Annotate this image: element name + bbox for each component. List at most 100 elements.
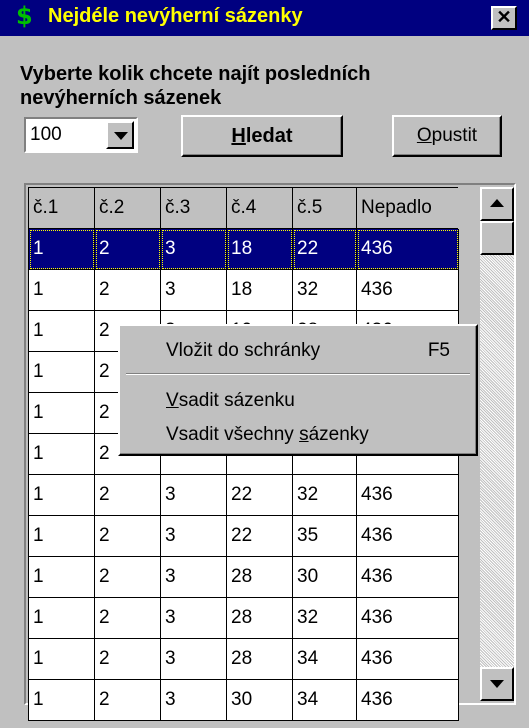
close-button[interactable]: ✕	[491, 6, 517, 30]
table-cell: 2	[94, 474, 161, 516]
column-header[interactable]: Nepadlo	[356, 187, 459, 229]
table-cell: 436	[356, 638, 459, 680]
table-cell: 28	[226, 638, 293, 680]
table-cell: 32	[292, 474, 357, 516]
table-cell: 1	[28, 392, 95, 434]
table-cell: 436	[356, 474, 459, 516]
table-cell: 436	[356, 679, 459, 721]
table-cell: 2	[94, 638, 161, 680]
table-cell: 34	[292, 679, 357, 721]
prompt-line-2: nevýherních sázenek	[20, 87, 222, 109]
table-cell: 22	[226, 515, 293, 557]
table-row[interactable]: 1 2 3 28 30 436	[28, 556, 459, 598]
table-cell: 1	[28, 433, 95, 475]
table-row[interactable]: 1 2 3 18 32 436	[28, 269, 459, 311]
table-cell: 32	[292, 269, 357, 311]
prompt-line-1: Vyberte kolik chcete najít posledních	[20, 63, 371, 85]
table-cell: 2	[94, 228, 161, 270]
menu-item-bet-all[interactable]: Vsadit všechny sázenky	[166, 424, 369, 446]
menu-item-bet[interactable]: Vsadit sázenku	[166, 390, 295, 412]
table-cell: 3	[160, 228, 227, 270]
prompt-text: Vyberte kolik chcete najít posledních ne…	[20, 62, 500, 110]
table-row[interactable]: 1 2 3 22 35 436	[28, 515, 459, 557]
table-cell: 1	[28, 597, 95, 639]
table-cell: 1	[28, 679, 95, 721]
menu-label-bet-all-post: ázenky	[308, 424, 369, 445]
table-cell: 2	[94, 269, 161, 311]
quit-button[interactable]: Opustit	[392, 115, 502, 157]
window-title: Nejdéle nevýherní sázenky	[48, 5, 303, 27]
header-row: č.1 č.2 č.3 č.4 č.5 Nepadlo	[28, 187, 459, 229]
column-header[interactable]: č.1	[28, 187, 95, 229]
table-cell: 34	[292, 638, 357, 680]
title-bar[interactable]: $ Nejdéle nevýherní sázenky ✕	[0, 0, 529, 36]
table-cell: 28	[226, 556, 293, 598]
table-cell: 436	[356, 515, 459, 557]
table-cell: 3	[160, 269, 227, 311]
count-value: 100	[30, 124, 62, 145]
table-cell: 2	[94, 679, 161, 721]
scroll-down-arrow-icon[interactable]	[480, 667, 514, 701]
table-cell: 3	[160, 474, 227, 516]
table-cell: 18	[226, 228, 293, 270]
table-cell: 2	[94, 556, 161, 598]
table-cell: 1	[28, 269, 95, 311]
scroll-up-arrow-icon[interactable]	[480, 187, 514, 221]
scroll-thumb[interactable]	[480, 221, 514, 255]
column-header[interactable]: č.2	[94, 187, 161, 229]
menu-item-copy[interactable]: Vložit do schránky	[166, 340, 320, 362]
context-menu: Vložit do schránky F5 Vsadit sázenku Vsa…	[118, 324, 478, 456]
column-header[interactable]: č.5	[292, 187, 357, 229]
table-cell: 28	[226, 597, 293, 639]
table-cell: 1	[28, 310, 95, 352]
menu-accel-bet-all: s	[299, 424, 309, 445]
table-cell: 436	[356, 228, 459, 270]
search-label: ledat	[245, 125, 293, 147]
table-row[interactable]: 1 2 3 22 32 436	[28, 474, 459, 516]
table-cell: 18	[226, 269, 293, 311]
column-header[interactable]: č.3	[160, 187, 227, 229]
table-cell: 1	[28, 556, 95, 598]
quit-label: pustit	[431, 125, 478, 146]
table-cell: 35	[292, 515, 357, 557]
table-cell: 436	[356, 269, 459, 311]
dollar-sign-icon: $	[16, 2, 33, 30]
chevron-down-icon[interactable]	[106, 121, 134, 149]
table-cell: 30	[226, 679, 293, 721]
table-cell: 1	[28, 515, 95, 557]
table-row[interactable]: 1 2 3 30 34 436	[28, 679, 459, 721]
table-row[interactable]: 1 2 3 28 34 436	[28, 638, 459, 680]
table-cell: 3	[160, 515, 227, 557]
table-cell: 3	[160, 556, 227, 598]
table-row[interactable]: 1 2 3 28 32 436	[28, 597, 459, 639]
table-cell: 32	[292, 597, 357, 639]
menu-accel-bet: V	[166, 390, 179, 411]
table-cell: 3	[160, 679, 227, 721]
quit-accel: O	[416, 125, 432, 146]
menu-shortcut-copy: F5	[427, 340, 450, 361]
column-header[interactable]: č.4	[226, 187, 293, 229]
table-cell: 1	[28, 228, 95, 270]
table-cell: 436	[356, 597, 459, 639]
table-cell: 1	[28, 638, 95, 680]
vertical-scrollbar[interactable]	[480, 187, 514, 701]
table-cell: 1	[28, 474, 95, 516]
table-cell: 2	[94, 597, 161, 639]
table-cell: 3	[160, 597, 227, 639]
table-cell: 3	[160, 638, 227, 680]
table-cell: 2	[94, 515, 161, 557]
dialog-window: $ Nejdéle nevýherní sázenky ✕ Vyberte ko…	[0, 0, 529, 728]
menu-separator	[126, 373, 470, 375]
menu-label-bet: sadit sázenku	[178, 390, 295, 411]
table-cell: 22	[292, 228, 357, 270]
count-combobox[interactable]: 100	[24, 117, 138, 153]
table-cell: 22	[226, 474, 293, 516]
table-row[interactable]: 1 2 3 18 22 436	[28, 228, 459, 270]
menu-label-bet-all-pre: Vsadit všechny	[166, 424, 300, 445]
header-filler	[458, 187, 480, 229]
search-button[interactable]: Hledat	[181, 115, 343, 157]
table-cell: 1	[28, 351, 95, 393]
table-cell: 436	[356, 556, 459, 598]
table-cell: 30	[292, 556, 357, 598]
search-accel: H	[231, 125, 246, 147]
